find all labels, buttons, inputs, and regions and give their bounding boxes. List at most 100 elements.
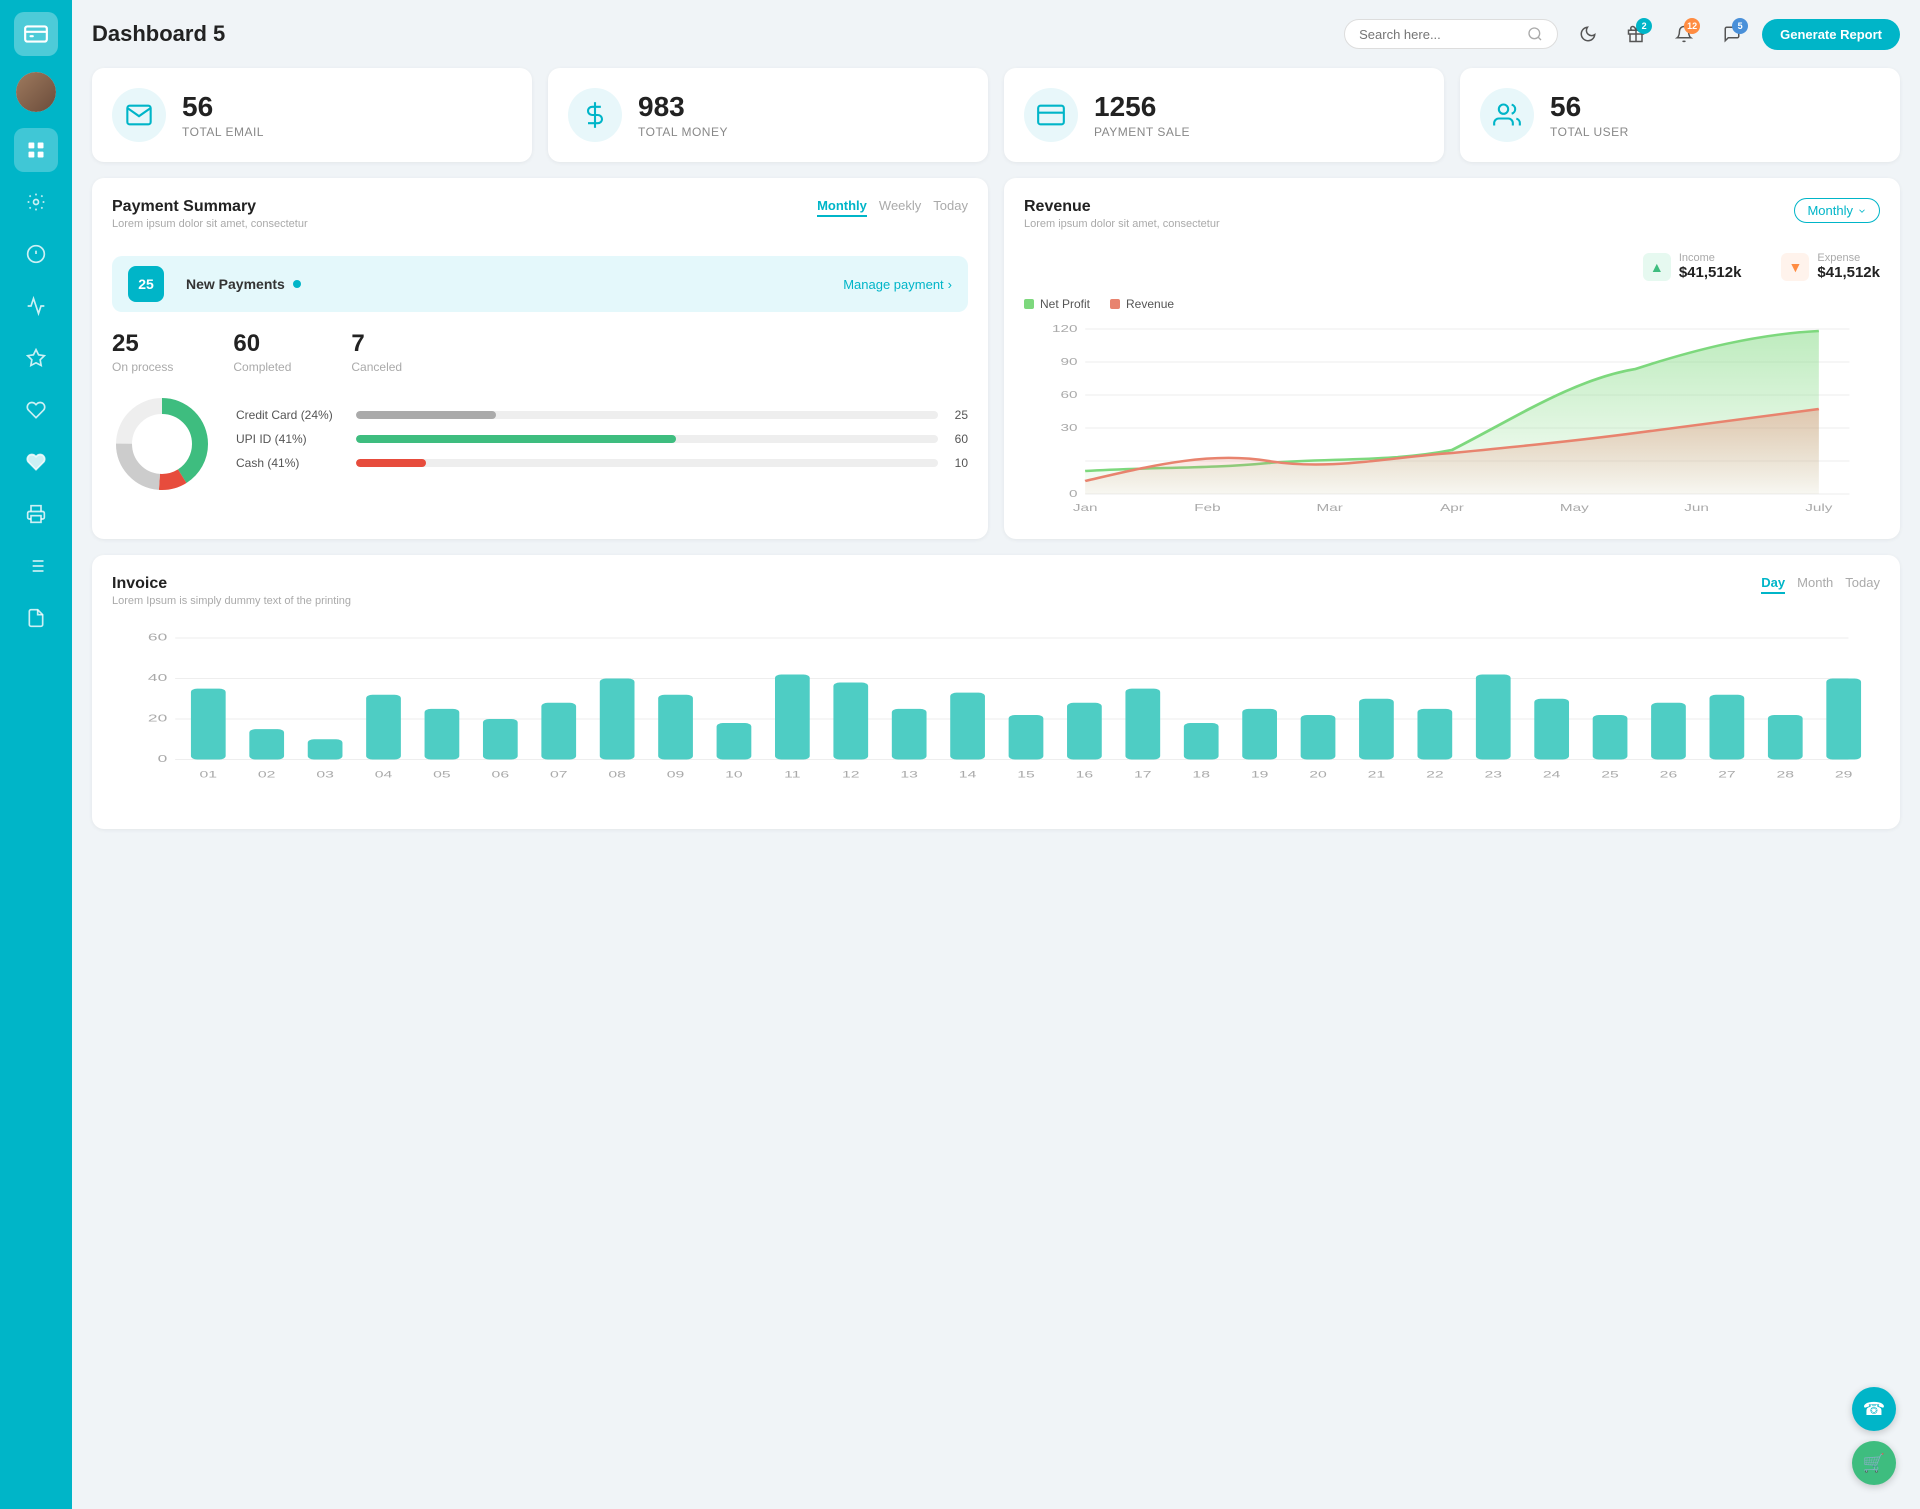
generate-report-button[interactable]: Generate Report [1762,19,1900,50]
gift-icon-btn[interactable]: 2 [1618,16,1654,52]
invoice-bar[interactable] [775,674,810,759]
total-money-number: 983 [638,91,728,123]
invoice-tab-day[interactable]: Day [1761,575,1785,594]
search-input[interactable] [1359,27,1519,42]
invoice-bar[interactable] [600,679,635,760]
invoice-bar[interactable] [950,693,985,760]
user-avatar[interactable] [16,72,56,112]
invoice-bar[interactable] [1359,699,1394,760]
dark-mode-toggle[interactable] [1570,16,1606,52]
invoice-bar[interactable] [1009,715,1044,760]
completed-label: Completed [233,360,291,374]
canceled-number: 7 [351,330,402,358]
tab-today[interactable]: Today [933,198,968,217]
tab-monthly[interactable]: Monthly [817,198,867,217]
svg-text:21: 21 [1368,769,1386,780]
sidebar-item-wishlist[interactable] [14,388,58,432]
invoice-bar[interactable] [1067,703,1102,760]
header: Dashboard 5 2 12 5 Generate Report [92,16,1900,52]
email-icon [125,101,153,129]
svg-text:07: 07 [550,769,568,780]
sidebar-logo[interactable] [14,12,58,56]
sidebar [0,0,72,1509]
tab-weekly[interactable]: Weekly [879,198,921,217]
invoice-bar[interactable] [191,689,226,760]
support-float-button[interactable]: ☎ [1852,1387,1896,1431]
invoice-bar[interactable] [1593,715,1628,760]
income-label: Income [1679,252,1742,264]
sidebar-item-liked[interactable] [14,440,58,484]
income-item: ▲ Income $41,512k [1643,252,1742,281]
payment-card-header: Payment Summary Lorem ipsum dolor sit am… [112,198,968,242]
revenue-monthly-dropdown[interactable]: Monthly [1794,198,1880,223]
svg-text:20: 20 [148,713,167,724]
legend-revenue: Revenue [1110,297,1174,311]
search-box [1344,19,1558,49]
canceled-label: Canceled [351,360,402,374]
invoice-bar[interactable] [1184,723,1219,759]
svg-text:23: 23 [1484,769,1502,780]
svg-text:24: 24 [1543,769,1561,780]
invoice-bar[interactable] [892,709,927,760]
credit-card-value: 25 [948,408,968,422]
invoice-bar[interactable] [717,723,752,759]
svg-text:Jun: Jun [1684,502,1709,514]
sidebar-item-settings[interactable] [14,180,58,224]
invoice-bar[interactable] [1651,703,1686,760]
sidebar-item-dashboard[interactable] [14,128,58,172]
invoice-bar[interactable] [1710,695,1745,760]
svg-text:15: 15 [1017,769,1035,780]
revenue-subtitle: Lorem ipsum dolor sit amet, consectetur [1024,218,1220,230]
cash-value: 10 [948,456,968,470]
payment-sale-label: PAYMENT SALE [1094,125,1190,139]
invoice-bar[interactable] [1534,699,1569,760]
expense-value: $41,512k [1817,264,1880,281]
payment-summary-card: Payment Summary Lorem ipsum dolor sit am… [92,178,988,539]
sidebar-item-list[interactable] [14,544,58,588]
svg-text:60: 60 [1061,389,1078,401]
invoice-bar[interactable] [249,729,284,759]
bell-icon-btn[interactable]: 12 [1666,16,1702,52]
invoice-tab-month[interactable]: Month [1797,575,1833,594]
sidebar-item-favorites[interactable] [14,336,58,380]
search-icon[interactable] [1527,26,1543,42]
sidebar-item-print[interactable] [14,492,58,536]
invoice-bar[interactable] [366,695,401,760]
manage-payment-link[interactable]: Manage payment › [843,277,952,292]
revenue-svg: 120 90 60 30 0 [1024,319,1880,519]
svg-text:18: 18 [1192,769,1210,780]
invoice-bar[interactable] [833,683,868,760]
credit-card-label: Credit Card (24%) [236,408,346,422]
cash-label: Cash (41%) [236,456,346,470]
invoice-bar[interactable] [1125,689,1160,760]
invoice-bar[interactable] [1301,715,1336,760]
invoice-bar[interactable] [1768,715,1803,760]
income-value: $41,512k [1679,264,1742,281]
invoice-bar[interactable] [483,719,518,760]
svg-text:04: 04 [375,769,393,780]
chat-badge: 5 [1732,18,1748,34]
invoice-bar[interactable] [1826,679,1861,760]
svg-text:27: 27 [1718,769,1736,780]
invoice-bar[interactable] [308,739,343,759]
expense-item: ▼ Expense $41,512k [1781,252,1880,281]
cart-float-button[interactable]: 🛒 [1852,1441,1896,1485]
sidebar-item-analytics[interactable] [14,284,58,328]
invoice-bar[interactable] [1417,709,1452,760]
invoice-tab-today[interactable]: Today [1845,575,1880,594]
invoice-bar[interactable] [425,709,460,760]
invoice-bar[interactable] [1476,674,1511,759]
progress-row-cash: Cash (41%) 10 [236,456,968,470]
svg-text:03: 03 [316,769,334,780]
chat-icon-btn[interactable]: 5 [1714,16,1750,52]
stats-row: 56 TOTAL EMAIL 983 TOTAL MONEY 1256 PAYM… [92,68,1900,162]
new-payments-row: 25 New Payments Manage payment › [112,256,968,312]
sidebar-item-document[interactable] [14,596,58,640]
invoice-bar[interactable] [1242,709,1277,760]
invoice-bar[interactable] [541,703,576,760]
invoice-bar[interactable] [658,695,693,760]
cash-fill [356,459,426,467]
svg-text:16: 16 [1076,769,1094,780]
sidebar-item-info[interactable] [14,232,58,276]
floating-buttons: ☎ 🛒 [1852,1387,1896,1485]
